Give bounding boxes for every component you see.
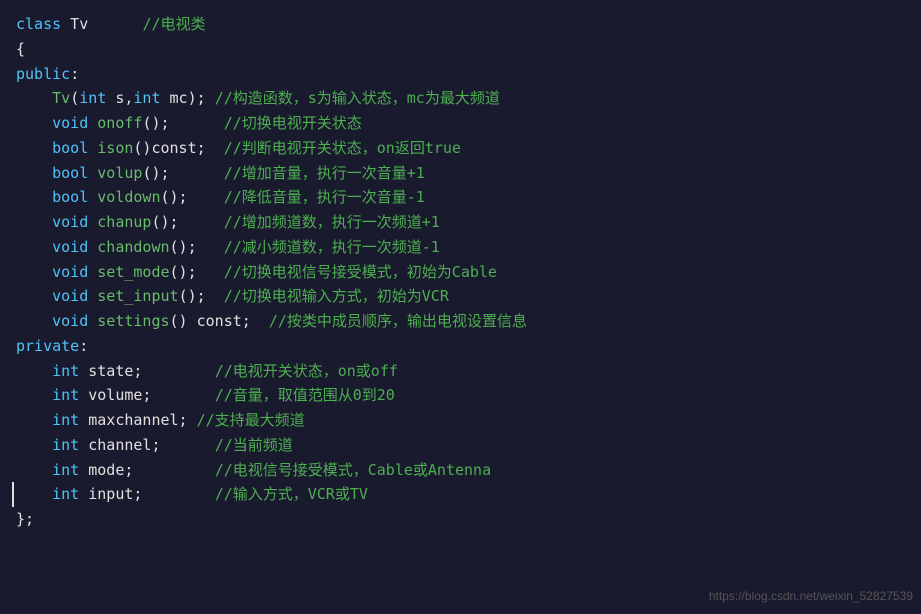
code-line: int state; //电视开关状态，on或off xyxy=(16,359,905,384)
code-line: bool voldown(); //降低音量，执行一次音量-1 xyxy=(16,185,905,210)
code-block: class Tv //电视类{public: Tv(int s,int mc);… xyxy=(16,12,905,532)
code-line: class Tv //电视类 xyxy=(16,12,905,37)
code-line: void settings() const; //按类中成员顺序，输出电视设置信… xyxy=(16,309,905,334)
code-line: int maxchannel; //支持最大频道 xyxy=(16,408,905,433)
watermark: https://blog.csdn.net/weixin_52827539 xyxy=(709,587,913,606)
code-line: int volume; //音量，取值范围从0到20 xyxy=(16,383,905,408)
code-line: int channel; //当前频道 xyxy=(16,433,905,458)
code-line: bool ison()const; //判断电视开关状态，on返回true xyxy=(16,136,905,161)
code-container: class Tv //电视类{public: Tv(int s,int mc);… xyxy=(0,0,921,614)
code-line: private: xyxy=(16,334,905,359)
code-line: int mode; //电视信号接受模式，Cable或Antenna xyxy=(16,458,905,483)
code-line: bool volup(); //增加音量，执行一次音量+1 xyxy=(16,161,905,186)
code-line: void set_input(); //切换电视输入方式，初始为VCR xyxy=(16,284,905,309)
code-line: int input; //输入方式，VCR或TV xyxy=(12,482,905,507)
code-line: void chandown(); //减小频道数，执行一次频道-1 xyxy=(16,235,905,260)
code-line: public: xyxy=(16,62,905,87)
code-line: void set_mode(); //切换电视信号接受模式，初始为Cable xyxy=(16,260,905,285)
code-line: { xyxy=(16,37,905,62)
code-line: }; xyxy=(16,507,905,532)
code-line: void onoff(); //切换电视开关状态 xyxy=(16,111,905,136)
code-line: Tv(int s,int mc); //构造函数，s为输入状态，mc为最大频道 xyxy=(16,86,905,111)
code-line: void chanup(); //增加频道数，执行一次频道+1 xyxy=(16,210,905,235)
